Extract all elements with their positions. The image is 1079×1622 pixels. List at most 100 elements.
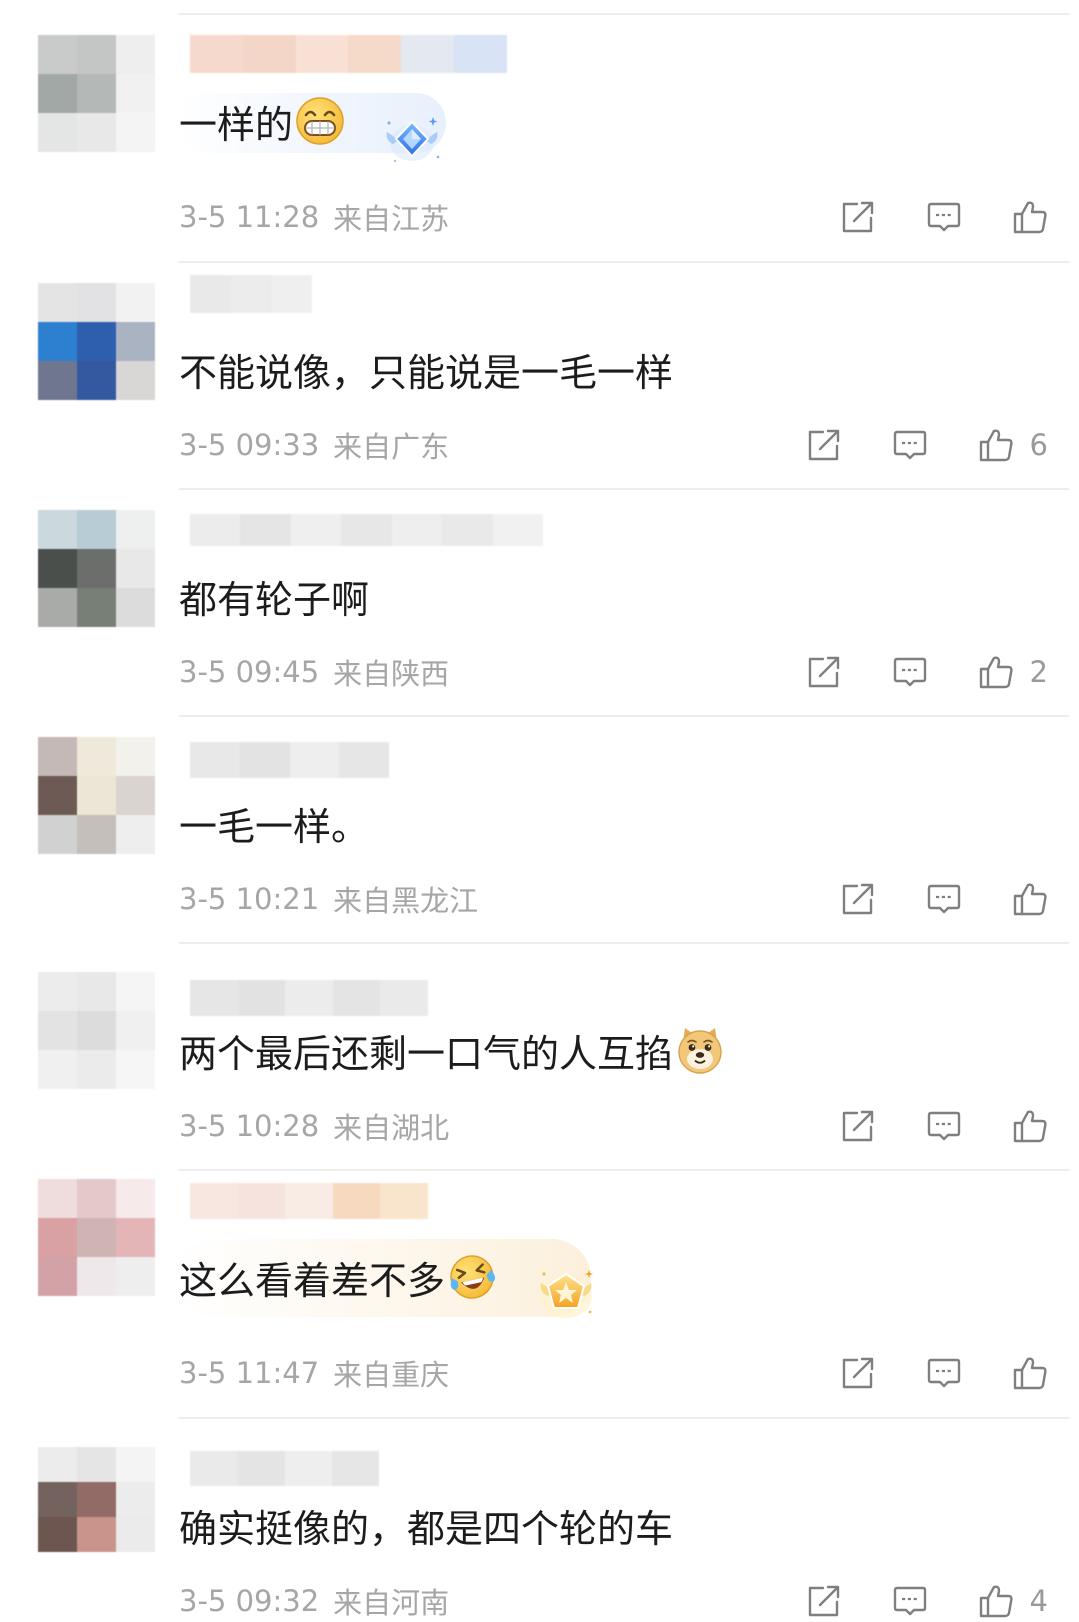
avatar[interactable] [38, 1447, 155, 1552]
mosaic-cell [341, 514, 392, 546]
username-blurred[interactable] [190, 980, 428, 1016]
comment-actions [840, 1355, 1048, 1391]
mosaic-cell [38, 361, 77, 400]
mosaic-cell [38, 776, 77, 815]
mosaic-cell [38, 1482, 77, 1517]
comment-meta: 3-5 10:21 来自黑龙江 [179, 881, 479, 918]
avatar[interactable] [38, 510, 155, 627]
username-blurred[interactable] [190, 275, 313, 313]
mosaic-cell [190, 980, 238, 1016]
mosaic-cell [77, 510, 116, 549]
comment-time: 3-5 09:33 [179, 428, 320, 462]
mosaic-cell [77, 361, 116, 400]
thumbs-up-icon[interactable] [1012, 1355, 1048, 1391]
username-blurred[interactable] [190, 35, 507, 73]
share-icon[interactable] [806, 654, 842, 690]
avatar[interactable] [38, 1179, 155, 1296]
thumbs-up-icon[interactable] [1012, 881, 1048, 917]
like-button[interactable]: 2 [978, 654, 1048, 690]
comment-actions: 2 [806, 654, 1048, 690]
mosaic-cell [77, 113, 116, 152]
comment-icon[interactable] [892, 654, 928, 690]
avatar[interactable] [38, 972, 155, 1089]
mosaic-cell [38, 815, 77, 854]
comment-actions: 6 [806, 427, 1048, 463]
comment-time: 3-5 09:32 [179, 1584, 320, 1618]
comment-content: 两个最后还剩一口气的人互掐 [179, 1025, 725, 1076]
mosaic-cell [116, 776, 155, 815]
share-icon[interactable] [840, 1355, 876, 1391]
comment-text: 这么看着差不多 [179, 1258, 446, 1303]
mosaic-cell [77, 588, 116, 627]
gold-star-badge-icon[interactable] [534, 1262, 598, 1326]
thumbs-up-icon[interactable] [978, 427, 1014, 463]
mosaic-cell [38, 588, 77, 627]
username-blurred[interactable] [190, 1451, 379, 1486]
like-count: 4 [1029, 1584, 1048, 1618]
comment-time: 3-5 09:45 [179, 655, 320, 689]
username-blurred[interactable] [190, 1183, 428, 1219]
mosaic-cell [230, 275, 272, 313]
mosaic-cell [116, 74, 155, 113]
like-button[interactable]: 4 [978, 1583, 1048, 1619]
mosaic-cell [190, 742, 240, 778]
share-icon[interactable] [806, 427, 842, 463]
comment-icon[interactable] [926, 1355, 962, 1391]
avatar[interactable] [38, 35, 155, 152]
mosaic-cell [38, 737, 77, 776]
comment-location: 来自江苏 [333, 202, 450, 236]
share-icon[interactable] [840, 1108, 876, 1144]
mosaic-cell [116, 549, 155, 588]
mosaic-cell [295, 35, 349, 73]
comment-item: 两个最后还剩一口气的人互掐 3-5 10:28 来自湖北 [0, 942, 1079, 1169]
comment-text: 一样的 [179, 102, 294, 147]
doge-emoji-icon [678, 1028, 722, 1074]
thumbs-up-icon[interactable] [978, 654, 1014, 690]
share-icon[interactable] [840, 881, 876, 917]
comment-time: 3-5 11:28 [179, 200, 320, 234]
thumbs-up-icon[interactable] [1012, 1108, 1048, 1144]
username-blurred[interactable] [190, 742, 389, 778]
comment-icon[interactable] [926, 1108, 962, 1144]
comment-icon[interactable] [892, 427, 928, 463]
comment-location: 来自黑龙江 [333, 884, 479, 918]
mosaic-cell [77, 35, 116, 74]
mosaic-cell [116, 588, 155, 627]
mosaic-cell [77, 1447, 116, 1482]
mosaic-cell [38, 510, 77, 549]
grinning-face-emoji-icon [296, 97, 344, 145]
avatar[interactable] [38, 283, 155, 400]
mosaic-cell [77, 1257, 116, 1296]
comment-location: 来自湖北 [333, 1111, 450, 1145]
comment-text: 都有轮子啊 [179, 577, 370, 622]
mosaic-cell [77, 283, 116, 322]
mosaic-cell [190, 35, 243, 73]
thumbs-up-icon[interactable] [1012, 199, 1048, 235]
username-blurred[interactable] [190, 514, 543, 546]
mosaic-cell [380, 1183, 428, 1219]
comment-item: 这么看着差不多 3-5 11:47 来自重庆 [0, 1169, 1079, 1417]
mosaic-cell [442, 514, 493, 546]
comment-icon[interactable] [926, 199, 962, 235]
comment-content: 一毛一样。 [179, 798, 369, 849]
mosaic-cell [492, 514, 543, 546]
like-count: 6 [1029, 428, 1048, 462]
comment-icon[interactable] [892, 1583, 928, 1619]
comment-actions: 4 [806, 1583, 1048, 1619]
share-icon[interactable] [840, 199, 876, 235]
mosaic-cell [116, 1257, 155, 1296]
mosaic-cell [38, 972, 77, 1011]
comment-time: 3-5 10:21 [179, 882, 320, 916]
blue-diamond-badge-icon[interactable] [381, 113, 443, 167]
share-icon[interactable] [806, 1583, 842, 1619]
mosaic-cell [285, 980, 333, 1016]
comment-item: 不能说像，只能说是一毛一样 3-5 09:33 来自广东 6 [0, 261, 1079, 488]
mosaic-cell [77, 776, 116, 815]
thumbs-up-icon[interactable] [978, 1583, 1014, 1619]
avatar[interactable] [38, 737, 155, 854]
comment-icon[interactable] [926, 881, 962, 917]
comment-list: 一样的 3-5 11:28 来自江苏 不能说像，只能说是一毛一样 3-5 09:… [0, 13, 1079, 1620]
comment-location: 来自河南 [333, 1586, 450, 1620]
comment-location: 来自陕西 [333, 657, 450, 691]
like-button[interactable]: 6 [978, 427, 1048, 463]
